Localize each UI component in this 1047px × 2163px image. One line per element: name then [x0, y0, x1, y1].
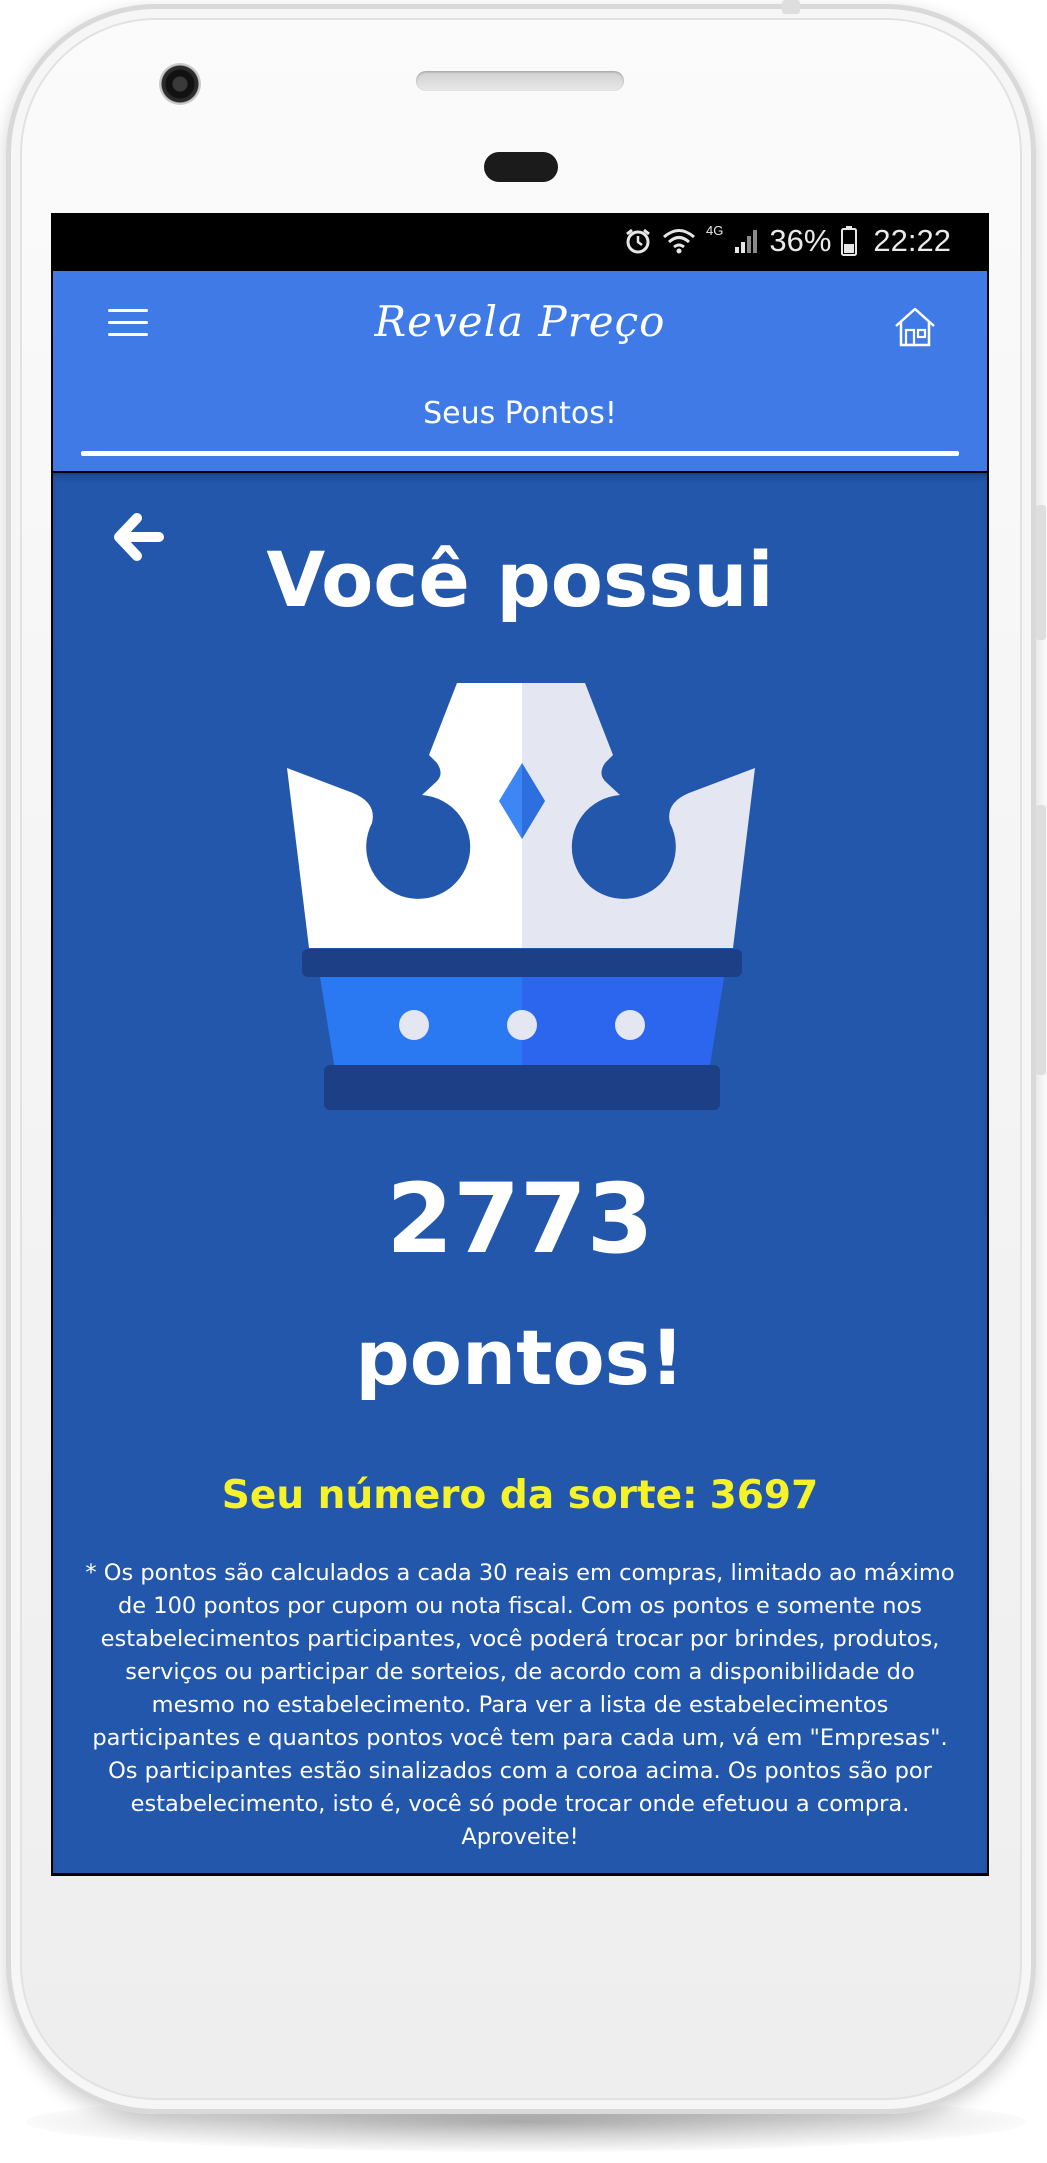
earpiece-speaker — [416, 71, 624, 91]
status-icons: 4G 36% 22:22 — [624, 213, 951, 269]
tab-seus-pontos[interactable]: Seus Pontos! — [53, 396, 987, 431]
phone-top-button — [782, 0, 800, 14]
tab-active-indicator — [81, 451, 959, 456]
lucky-number-value: 3697 — [709, 1473, 819, 1518]
phone-screen: 4G 36% 22:22 Revela Preço Seus Pontos! V… — [51, 213, 989, 1876]
lucky-number-line: Seu número da sorte: 3697 — [53, 1473, 987, 1518]
battery-percent: 36% — [769, 223, 832, 258]
phone-power-button — [1036, 505, 1046, 640]
network-type: 4G — [706, 223, 724, 238]
signal-icon — [735, 230, 758, 253]
status-time: 22:22 — [873, 223, 951, 258]
status-bar: 4G 36% 22:22 — [51, 213, 989, 269]
lucky-number-label: Seu número da sorte: — [221, 1473, 698, 1518]
battery-icon — [841, 226, 858, 256]
home-icon[interactable] — [892, 304, 938, 350]
wifi-icon — [663, 229, 696, 254]
app-bar: Revela Preço Seus Pontos! — [53, 271, 987, 471]
crown-icon — [287, 683, 755, 1110]
front-camera — [159, 63, 201, 105]
phone-volume-button — [1036, 805, 1046, 1075]
proximity-sensor — [484, 152, 558, 182]
points-suffix: pontos! — [355, 1313, 685, 1402]
points-content: Você possui 2773 pontos! Seu número da s… — [53, 473, 987, 1873]
app-title: Revela Preço — [374, 297, 666, 346]
points-heading: Você possui — [266, 535, 774, 624]
points-value: 2773 — [386, 1163, 654, 1275]
alarm-icon — [626, 228, 650, 254]
points-disclaimer: * Os pontos são calculados a cada 30 rea… — [85, 1560, 955, 1850]
